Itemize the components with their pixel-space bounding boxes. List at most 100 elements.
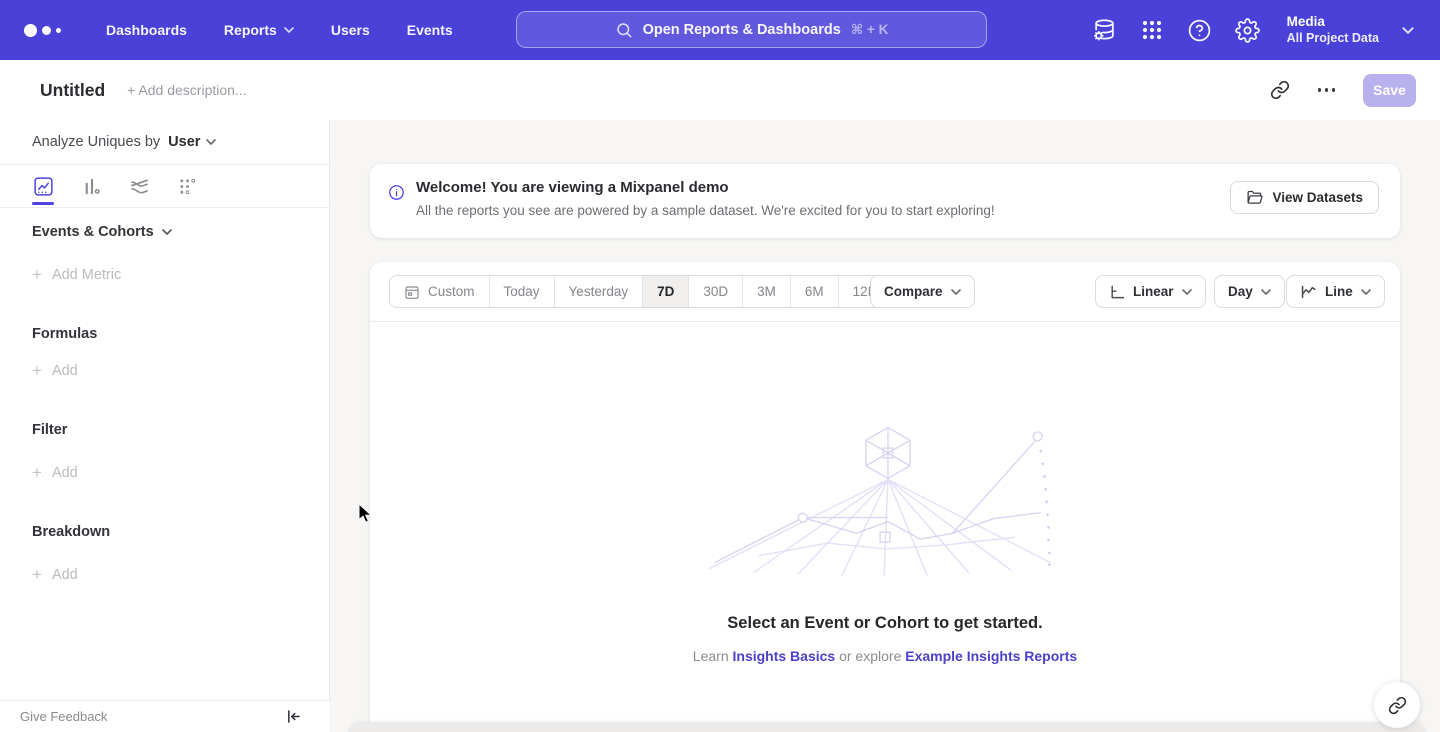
welcome-banner: Welcome! You are viewing a Mixpanel demo… xyxy=(370,164,1400,238)
plus-icon: + xyxy=(32,464,42,481)
nav-reports-label: Reports xyxy=(224,22,277,38)
interval-label: Day xyxy=(1228,284,1253,299)
chevron-down-icon xyxy=(1361,289,1371,295)
bar-chart-icon xyxy=(82,177,101,196)
axis-icon xyxy=(1109,284,1125,300)
nav-reports[interactable]: Reports xyxy=(224,22,294,38)
range-today[interactable]: Today xyxy=(489,276,554,307)
view-datasets-label: View Datasets xyxy=(1272,190,1363,205)
range-7d[interactable]: 7D xyxy=(642,276,688,307)
add-metric-button[interactable]: + Add Metric xyxy=(32,266,121,283)
date-range-group: Custom Today Yesterday 7D 30D 3M 6M 12M xyxy=(389,275,894,308)
plus-icon: + xyxy=(32,266,42,283)
report-description-placeholder[interactable]: + Add description... xyxy=(127,82,246,98)
tab-metrics-grid[interactable] xyxy=(177,176,197,196)
section-events-cohorts-label: Events & Cohorts xyxy=(32,224,154,240)
section-events-cohorts[interactable]: Events & Cohorts xyxy=(32,224,172,240)
section-formulas: Formulas xyxy=(32,326,97,342)
add-formula-label: Add xyxy=(52,363,78,379)
nav-dashboards[interactable]: Dashboards xyxy=(106,22,187,38)
chevron-down-icon[interactable] xyxy=(1402,27,1414,34)
range-3m-label: 3M xyxy=(757,284,776,299)
insights-basics-link[interactable]: Insights Basics xyxy=(733,648,836,664)
nav-dashboards-label: Dashboards xyxy=(106,22,187,38)
chevron-down-icon xyxy=(206,139,216,145)
report-title[interactable]: Untitled xyxy=(40,80,105,101)
banner-title: Welcome! You are viewing a Mixpanel demo xyxy=(416,179,729,196)
add-filter-label: Add xyxy=(52,465,78,481)
data-management-icon[interactable] xyxy=(1092,18,1117,43)
section-breakdown-label: Breakdown xyxy=(32,524,110,540)
calendar-icon xyxy=(404,284,420,300)
chevron-down-icon xyxy=(1261,289,1271,295)
share-link-button[interactable] xyxy=(1374,682,1420,728)
links-connector: or explore xyxy=(839,648,901,664)
section-breakdown: Breakdown xyxy=(32,524,110,540)
main-content: Welcome! You are viewing a Mixpanel demo… xyxy=(330,120,1440,732)
report-header-bar: Untitled + Add description... Save xyxy=(0,60,1440,120)
analyze-value-dropdown[interactable]: User xyxy=(168,134,216,150)
chart-type-label: Line xyxy=(1325,284,1353,299)
mixpanel-logo[interactable] xyxy=(24,24,68,37)
range-6m[interactable]: 6M xyxy=(790,276,838,307)
tab-flow[interactable] xyxy=(129,176,149,196)
view-datasets-button[interactable]: View Datasets xyxy=(1230,181,1379,214)
analyze-value: User xyxy=(168,134,200,150)
help-icon[interactable] xyxy=(1187,18,1212,43)
add-breakdown-button[interactable]: + Add xyxy=(32,566,78,583)
tab-line-chart[interactable] xyxy=(33,176,53,196)
gear-icon[interactable] xyxy=(1235,18,1260,43)
more-options-icon[interactable] xyxy=(1314,84,1340,96)
range-custom-label: Custom xyxy=(428,284,475,299)
plus-icon: + xyxy=(32,362,42,379)
top-right-actions: Media All Project Data xyxy=(1092,0,1440,60)
nav-users[interactable]: Users xyxy=(331,22,370,38)
apps-grid-icon[interactable] xyxy=(1140,18,1164,42)
copy-link-icon[interactable] xyxy=(1270,80,1290,100)
empty-state-title: Select an Event or Cohort to get started… xyxy=(370,614,1400,633)
nav-events-label: Events xyxy=(407,22,453,38)
folder-icon xyxy=(1246,189,1263,206)
example-reports-link[interactable]: Example Insights Reports xyxy=(905,648,1077,664)
interval-dropdown[interactable]: Day xyxy=(1214,275,1285,308)
tab-bar-chart[interactable] xyxy=(81,176,101,196)
chart-type-dropdown[interactable]: Line xyxy=(1286,275,1385,308)
chevron-down-icon xyxy=(284,27,294,33)
analyze-label: Analyze Uniques by xyxy=(32,134,160,150)
range-30d[interactable]: 30D xyxy=(688,276,742,307)
query-builder-sidebar: Analyze Uniques by User Events & Cohorts… xyxy=(0,120,330,732)
add-formula-button[interactable]: + Add xyxy=(32,362,78,379)
scale-dropdown[interactable]: Linear xyxy=(1095,275,1206,308)
table-section-peek xyxy=(348,722,1426,732)
section-formulas-label: Formulas xyxy=(32,326,97,342)
range-7d-label: 7D xyxy=(657,284,674,299)
chart-controls: Custom Today Yesterday 7D 30D 3M 6M 12M … xyxy=(370,262,1400,322)
learn-prefix: Learn xyxy=(693,648,729,664)
project-name: Media xyxy=(1287,14,1379,31)
visualization-tabs xyxy=(0,165,329,208)
compare-dropdown[interactable]: Compare xyxy=(870,275,975,308)
range-6m-label: 6M xyxy=(805,284,824,299)
flow-icon xyxy=(130,177,149,196)
chevron-down-icon xyxy=(1182,289,1192,295)
banner-subtitle: All the reports you see are powered by a… xyxy=(416,203,995,218)
search-shortcut: ⌘ + K xyxy=(851,22,889,38)
range-custom[interactable]: Custom xyxy=(390,276,489,307)
info-icon xyxy=(388,184,405,201)
nav-events[interactable]: Events xyxy=(407,22,453,38)
section-filter-label: Filter xyxy=(32,422,67,438)
project-switcher[interactable]: Media All Project Data xyxy=(1287,14,1379,47)
save-button[interactable]: Save xyxy=(1363,74,1416,107)
search-placeholder: Open Reports & Dashboards xyxy=(643,22,841,38)
give-feedback-link[interactable]: Give Feedback xyxy=(20,709,107,724)
add-metric-label: Add Metric xyxy=(52,267,121,283)
add-filter-button[interactable]: + Add xyxy=(32,464,78,481)
empty-state-illustration xyxy=(700,422,1072,577)
primary-nav: Dashboards Reports Users Events xyxy=(106,22,453,38)
collapse-sidebar-icon[interactable] xyxy=(285,708,302,725)
range-yesterday[interactable]: Yesterday xyxy=(554,276,643,307)
search-icon xyxy=(615,21,633,39)
range-3m[interactable]: 3M xyxy=(742,276,790,307)
global-search-input[interactable]: Open Reports & Dashboards ⌘ + K xyxy=(516,11,987,48)
dots-grid-icon xyxy=(178,177,197,196)
